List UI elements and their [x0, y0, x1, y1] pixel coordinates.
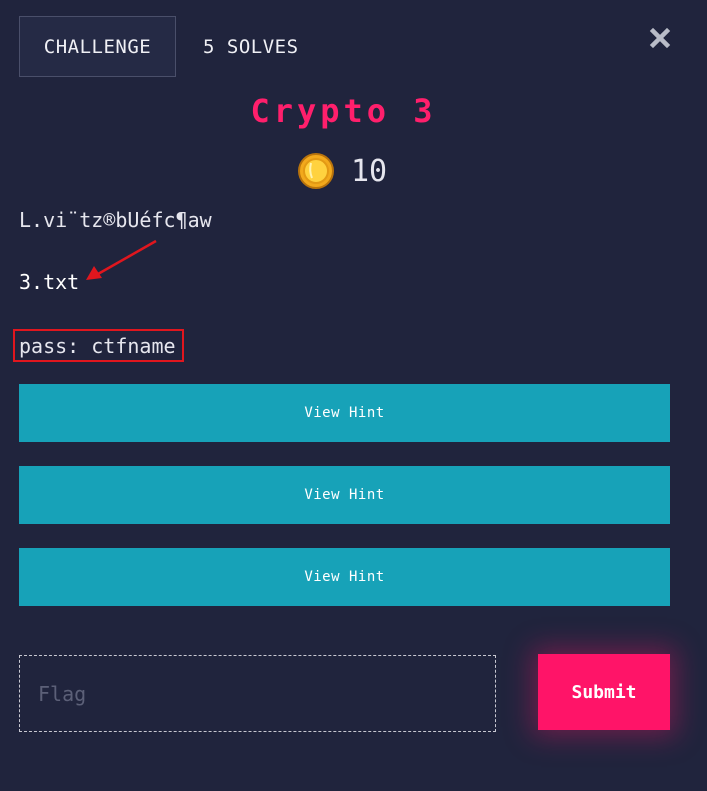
tab-solves[interactable]: 5 SOLVES [203, 16, 299, 77]
view-hint-button-1[interactable]: View Hint [19, 384, 670, 442]
submit-button[interactable]: Submit [538, 654, 670, 730]
coin-icon [298, 153, 334, 189]
cipher-text: L.vi¨tz®bUéfc¶aw [19, 208, 212, 232]
pass-annotation-box: pass: ctfname [13, 329, 184, 362]
close-icon[interactable] [648, 26, 672, 50]
flag-input[interactable] [19, 655, 496, 732]
points-value: 10 [351, 153, 388, 189]
tab-challenge[interactable]: CHALLENGE [19, 16, 176, 77]
file-link[interactable]: 3.txt [19, 270, 79, 294]
pass-text: pass: ctfname [19, 333, 176, 358]
view-hint-button-3[interactable]: View Hint [19, 548, 670, 606]
annotation-arrow [86, 239, 157, 280]
challenge-title: Crypto 3 [250, 92, 437, 130]
view-hint-button-2[interactable]: View Hint [19, 466, 670, 524]
points-display: 10 [297, 152, 387, 190]
